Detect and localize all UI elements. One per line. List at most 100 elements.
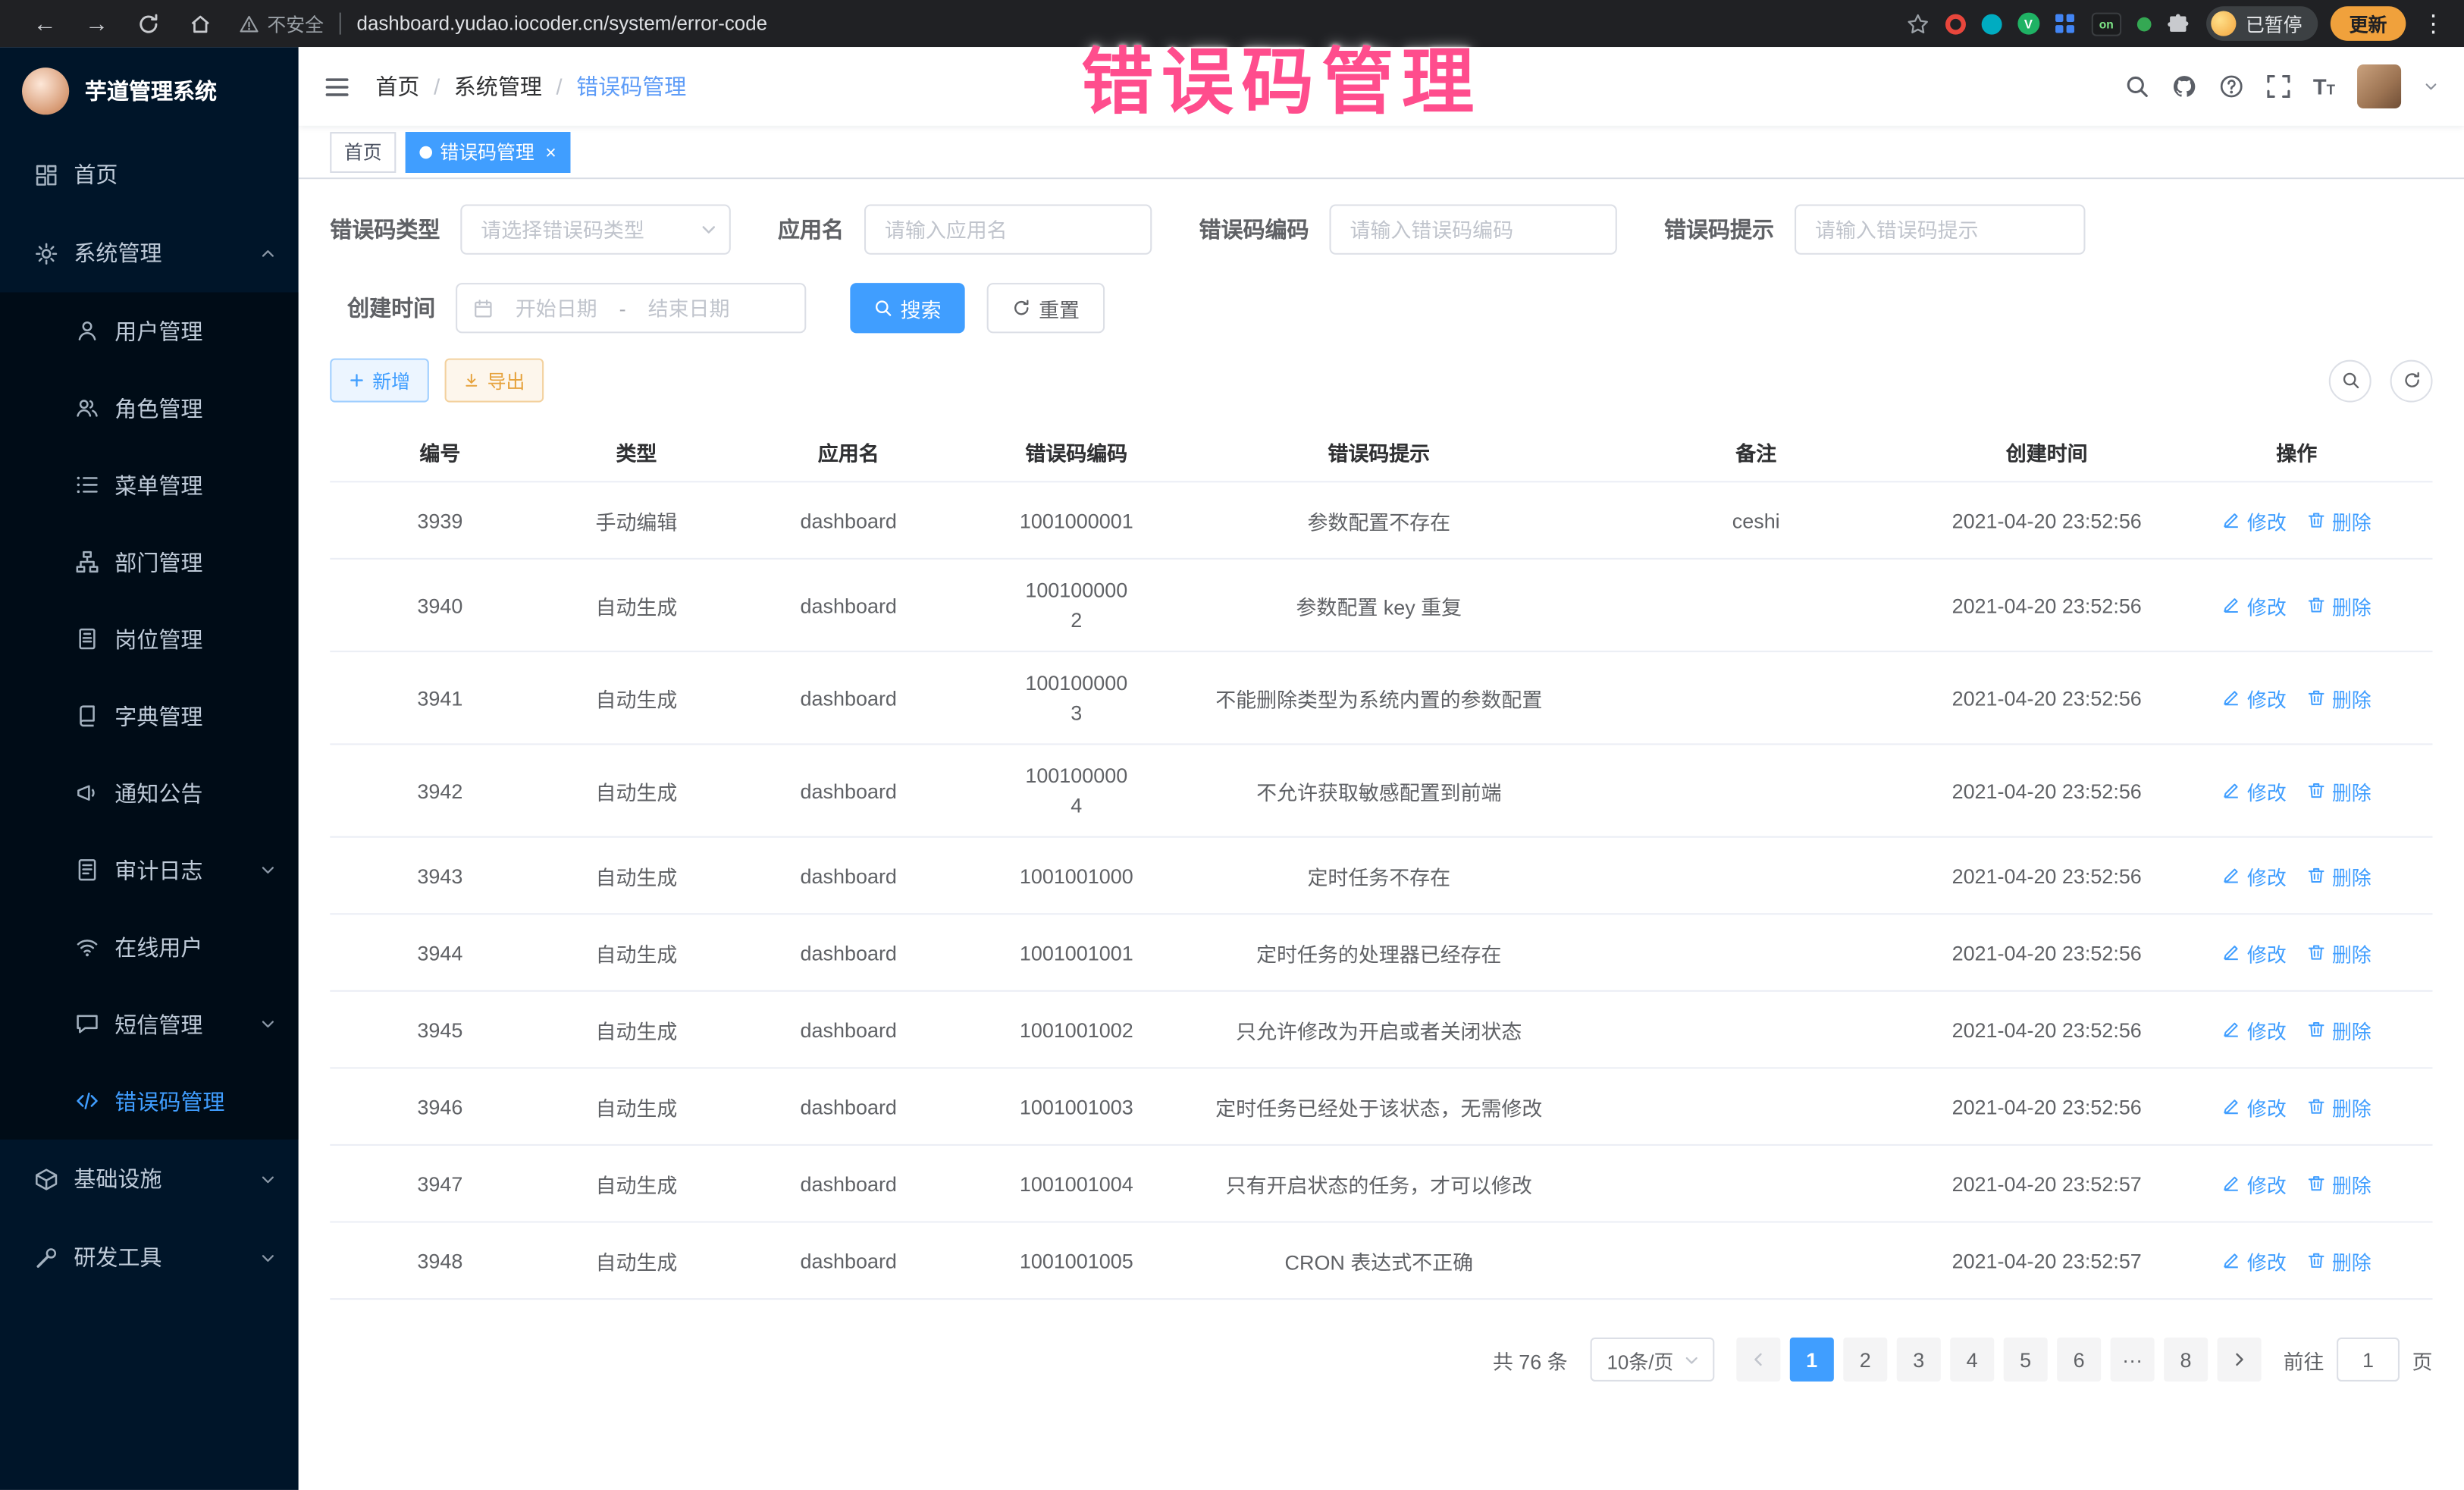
breadcrumb-home[interactable]: 首页 — [375, 71, 419, 102]
delete-link[interactable]: 删除 — [2307, 505, 2372, 535]
bookmark-star-icon[interactable] — [1906, 12, 1930, 36]
back-button[interactable]: ← — [33, 12, 57, 36]
page-more-button[interactable]: ··· — [2111, 1338, 2155, 1382]
edit-link[interactable]: 修改 — [2222, 505, 2287, 535]
help-icon[interactable] — [2219, 74, 2244, 99]
app-name-input[interactable] — [864, 204, 1152, 254]
chevron-right-icon — [2230, 1350, 2249, 1369]
forward-button[interactable]: → — [85, 12, 108, 36]
delete-link[interactable]: 删除 — [2307, 590, 2372, 620]
extension-icon-blue-grid[interactable] — [2055, 14, 2076, 34]
refresh-table-button[interactable] — [2390, 359, 2433, 402]
next-page-button[interactable] — [2218, 1338, 2262, 1382]
error-type-input[interactable] — [460, 204, 731, 254]
export-button[interactable]: 导出 — [445, 359, 544, 403]
page-button-5[interactable]: 5 — [2004, 1338, 2048, 1382]
tab-error-code[interactable]: 错误码管理 × — [406, 131, 571, 172]
page-button-8[interactable]: 8 — [2164, 1338, 2208, 1382]
error-hint-field — [1795, 204, 2085, 254]
search-button[interactable]: 搜索 — [850, 283, 964, 333]
error-code-input[interactable] — [1330, 204, 1617, 254]
reload-button[interactable] — [136, 12, 160, 36]
edit-link[interactable]: 修改 — [2222, 1091, 2287, 1121]
edit-link[interactable]: 修改 — [2222, 1168, 2287, 1198]
page-button-4[interactable]: 4 — [1950, 1338, 1994, 1382]
sidebar-item-system-management[interactable]: 系统管理 — [0, 214, 299, 293]
filter-row-1: 错误码类型 应用名 错误码编码 — [330, 204, 2432, 254]
extension-icon-green-dot[interactable] — [2137, 17, 2152, 31]
edit-link[interactable]: 修改 — [2222, 683, 2287, 713]
create-time-range-picker[interactable]: - — [456, 283, 806, 333]
tab-home[interactable]: 首页 — [330, 131, 396, 172]
extension-icon-on-badge[interactable]: on — [2091, 12, 2121, 36]
delete-link[interactable]: 删除 — [2307, 1091, 2372, 1121]
page-button-3[interactable]: 3 — [1897, 1338, 1941, 1382]
edit-link[interactable]: 修改 — [2222, 861, 2287, 890]
logo[interactable]: 芋道管理系统 — [0, 47, 299, 135]
sidebar-item-dict-management[interactable]: 字典管理 — [0, 677, 299, 754]
delete-link[interactable]: 删除 — [2307, 861, 2372, 890]
sidebar-item-audit-log[interactable]: 审计日志 — [0, 831, 299, 908]
page-size-select[interactable]: 10条/页 — [1590, 1338, 1715, 1382]
fullscreen-icon[interactable] — [2266, 74, 2291, 99]
sidebar-item-menu-management[interactable]: 菜单管理 — [0, 447, 299, 524]
avatar-caret-icon[interactable] — [2423, 79, 2439, 95]
extension-icon-teal[interactable] — [1981, 14, 2002, 34]
sidebar-item-post-management[interactable]: 岗位管理 — [0, 601, 299, 678]
sidebar-item-user-management[interactable]: 用户管理 — [0, 293, 299, 370]
sidebar-item-online-users[interactable]: 在线用户 — [0, 908, 299, 986]
header-search-icon[interactable] — [2124, 74, 2149, 99]
sidebar-item-home[interactable]: 首页 — [0, 135, 299, 214]
sidebar: 芋道管理系统 首页 系统管理 用户管理 — [0, 47, 299, 1490]
goto-page-input[interactable] — [2337, 1338, 2400, 1382]
update-button[interactable]: 更新 — [2331, 6, 2406, 41]
sidebar-item-notice[interactable]: 通知公告 — [0, 754, 299, 832]
delete-link[interactable]: 删除 — [2307, 1246, 2372, 1275]
sidebar-item-dept-management[interactable]: 部门管理 — [0, 523, 299, 601]
delete-link[interactable]: 删除 — [2307, 1168, 2372, 1198]
reset-button[interactable]: 重置 — [987, 283, 1105, 333]
cube-icon — [35, 1167, 58, 1190]
page-button-1[interactable]: 1 — [1790, 1338, 1834, 1382]
error-type-select[interactable] — [460, 204, 731, 254]
edit-link[interactable]: 修改 — [2222, 1015, 2287, 1044]
add-button[interactable]: 新增 — [330, 359, 429, 403]
delete-link[interactable]: 删除 — [2307, 776, 2372, 805]
cell-msg: 不允许获取敏感配置到前端 — [1179, 745, 1580, 836]
close-tab-icon[interactable]: × — [545, 143, 556, 162]
delete-link[interactable]: 删除 — [2307, 937, 2372, 967]
delete-link[interactable]: 删除 — [2307, 1015, 2372, 1044]
breadcrumb-system[interactable]: 系统管理 — [454, 71, 542, 102]
user-avatar[interactable] — [2357, 64, 2401, 108]
font-size-icon[interactable]: TT — [2313, 75, 2335, 97]
extension-icon-red-ring[interactable] — [1945, 14, 1966, 34]
sidebar-item-infrastructure[interactable]: 基础设施 — [0, 1140, 299, 1219]
edit-link[interactable]: 修改 — [2222, 776, 2287, 805]
paused-badge[interactable]: 已暂停 — [2206, 6, 2318, 41]
start-date-input[interactable] — [500, 296, 613, 320]
hamburger-icon[interactable] — [324, 73, 350, 99]
page-button-2[interactable]: 2 — [1843, 1338, 1887, 1382]
extensions-puzzle-icon[interactable] — [2167, 12, 2190, 36]
extension-icon-green-v[interactable]: V — [2017, 13, 2039, 35]
sidebar-item-sms-management[interactable]: 短信管理 — [0, 986, 299, 1063]
sidebar-item-role-management[interactable]: 角色管理 — [0, 369, 299, 447]
sidebar-item-error-code-management[interactable]: 错误码管理 — [0, 1062, 299, 1140]
edit-link[interactable]: 修改 — [2222, 1246, 2287, 1275]
cell-type: 自动生成 — [550, 914, 723, 990]
error-hint-input[interactable] — [1795, 204, 2085, 254]
toggle-search-button[interactable] — [2329, 359, 2372, 402]
delete-link[interactable]: 删除 — [2307, 683, 2372, 713]
edit-link[interactable]: 修改 — [2222, 937, 2287, 967]
end-date-input[interactable] — [632, 296, 745, 320]
prev-page-button[interactable] — [1736, 1338, 1780, 1382]
sidebar-item-dev-tools[interactable]: 研发工具 — [0, 1218, 299, 1297]
chevron-left-icon — [1749, 1350, 1768, 1369]
github-icon[interactable] — [2171, 74, 2196, 99]
address-bar[interactable]: 不安全 dashboard.yudao.iocoder.cn/system/er… — [239, 10, 1890, 36]
chevron-down-icon — [259, 1170, 277, 1187]
page-button-6[interactable]: 6 — [2057, 1338, 2101, 1382]
edit-link[interactable]: 修改 — [2222, 590, 2287, 620]
home-button[interactable] — [189, 12, 212, 36]
browser-menu-icon[interactable]: ⋮ — [2422, 9, 2445, 37]
